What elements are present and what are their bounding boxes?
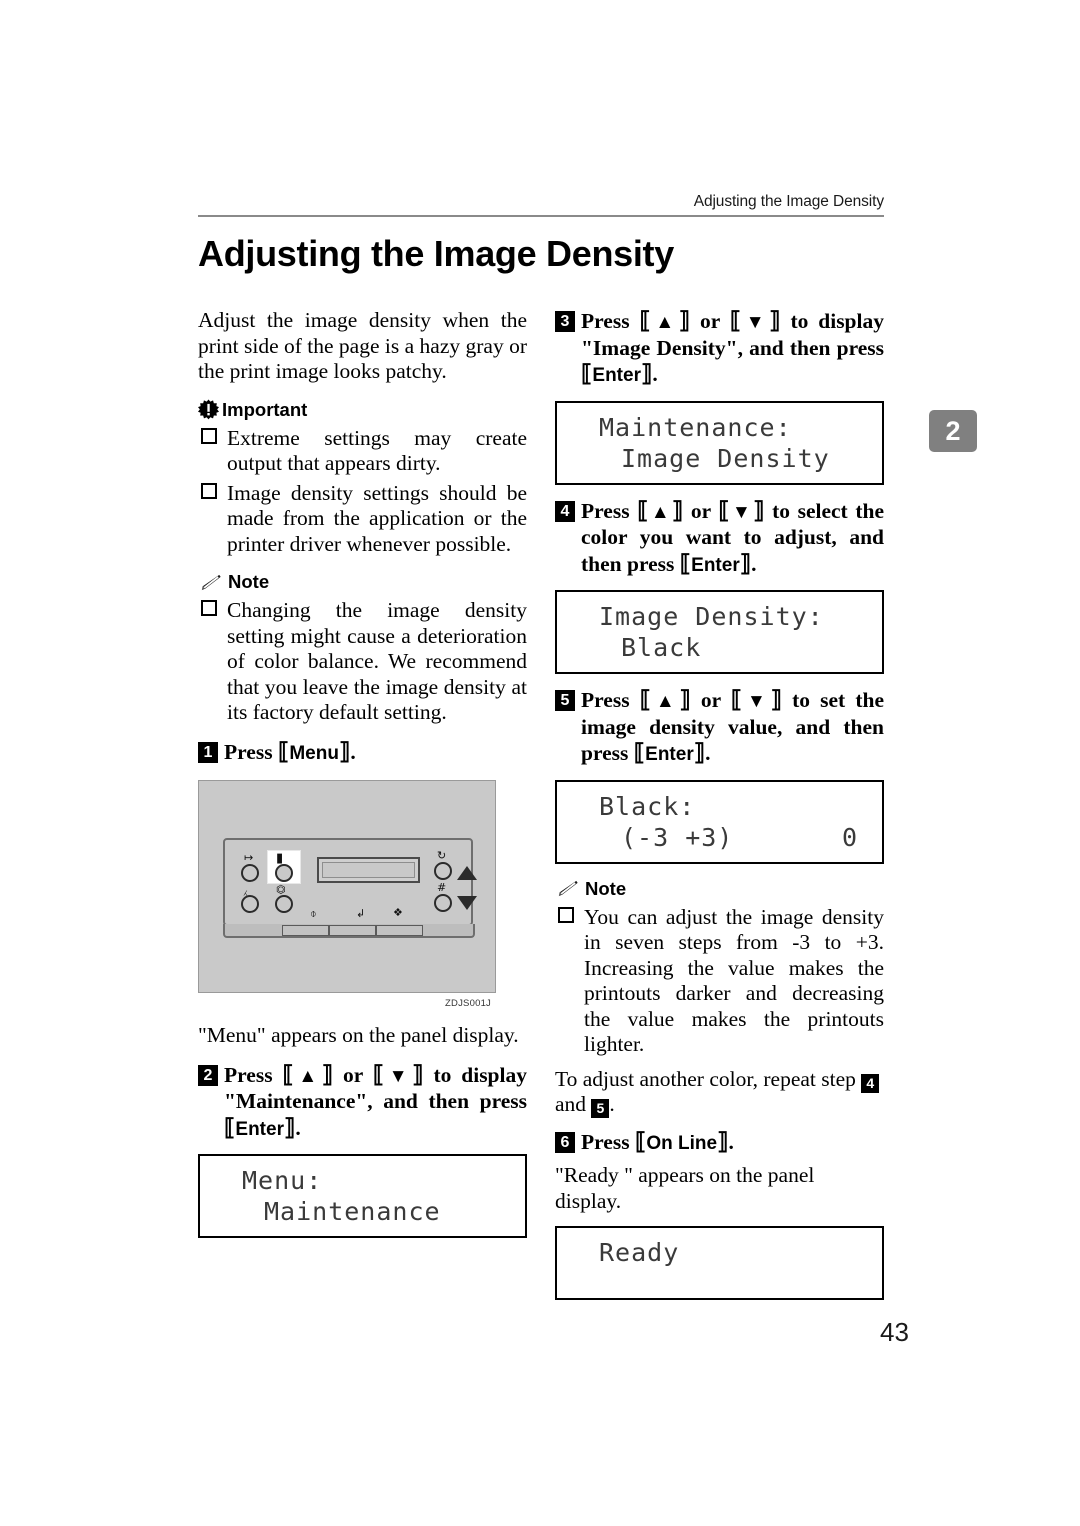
repeat-step-text: To adjust another color, repeat step 4 a… [555, 1067, 884, 1118]
up-arrow-key-label: ▲ [293, 1065, 322, 1087]
bullet-square-icon [555, 905, 584, 931]
step-6-text: Press ⟦On Line⟧. [581, 1128, 734, 1154]
step-5: 5 Press ⟦▲⟧ or ⟦▼⟧ to set the image dens… [555, 687, 884, 768]
key-enter: Enter [691, 554, 740, 576]
important-burst-icon [198, 399, 219, 420]
bullet-square-icon [198, 598, 227, 624]
on-line-button[interactable] [275, 895, 293, 913]
down-arrow-key-label: ▼ [729, 501, 754, 523]
enter-arrow-icon: ↲ [356, 907, 366, 920]
after-step6-text: "Ready " appears on the panel display. [555, 1163, 815, 1213]
step-3: 3 Press ⟦▲⟧ or ⟦▼⟧ to display "Image Den… [555, 308, 884, 389]
repeat-step-badge-5: 5 [591, 1099, 610, 1118]
step-1-text: Press ⟦Menu⟧. [224, 738, 356, 764]
escape-icon: ↻ [437, 849, 447, 862]
down-arrow-button[interactable] [457, 896, 477, 910]
down-arrow-key-label: ▼ [384, 1065, 413, 1087]
note-heading-right: Note [555, 878, 884, 900]
lcd-maintenance-image-density: Maintenance: Image Density [555, 400, 884, 485]
step-6: 6 Press ⟦On Line⟧. [555, 1129, 884, 1157]
repeat-step-badge-4: 4 [861, 1073, 880, 1093]
left-column: Adjust the image density when the print … [198, 308, 527, 1238]
job-reset-icon: ⁁ [244, 883, 247, 896]
hash-icon: # [437, 881, 447, 894]
soft-key-1[interactable] [282, 925, 329, 936]
step-4: 4 Press ⟦▲⟧ or ⟦▼⟧ to select the color y… [555, 498, 884, 579]
important-label: Important [222, 398, 308, 420]
note-bullet-right-1: You can adjust the image density in seve… [555, 905, 884, 1058]
step-4-text: Press ⟦▲⟧ or ⟦▼⟧ to select the color you… [581, 497, 884, 576]
up-arrow-button[interactable] [457, 866, 477, 880]
note-heading-left: Note [198, 571, 527, 593]
after-figure-text: "Menu" appears on the panel display. [198, 1023, 519, 1047]
lcd-menu-maintenance: Menu: Maintenance [198, 1154, 527, 1238]
important-bullet-1: Extreme settings may create output that … [198, 426, 527, 477]
form-feed-button[interactable] [241, 864, 259, 882]
reset-icon: ⌽ [310, 907, 317, 920]
header-rule [198, 215, 884, 217]
bullet-square-icon [198, 426, 227, 452]
menu-button[interactable] [275, 864, 293, 882]
escape-button[interactable] [434, 862, 452, 880]
step-5-text: Press ⟦▲⟧ or ⟦▼⟧ to set the image densit… [581, 687, 884, 765]
step-2-badge: 2 [198, 1064, 224, 1086]
key-enter: Enter [592, 365, 641, 386]
step-6-badge: 6 [555, 1131, 581, 1153]
note-label-left: Note [228, 571, 270, 592]
important-heading: Important [198, 399, 527, 421]
key-enter: Enter [235, 1118, 284, 1140]
key-on-line: On Line [646, 1132, 718, 1154]
right-column: 3 Press ⟦▲⟧ or ⟦▼⟧ to display "Image Den… [555, 308, 884, 1300]
diamond-icon: ❖ [393, 906, 403, 919]
note-label-right: Note [585, 877, 627, 899]
down-arrow-key-label: ▼ [742, 691, 771, 712]
step-2: 2 Press ⟦▲⟧ or ⟦▼⟧ to display "Maintenan… [198, 1062, 527, 1143]
lcd-black-current-value: 0 [841, 822, 858, 852]
running-header: Adjusting the Image Density [693, 193, 884, 210]
figure-caption: ZDJS001J [445, 998, 491, 1009]
step-5-badge: 5 [555, 690, 581, 711]
step-3-text: Press ⟦▲⟧ or ⟦▼⟧ to display "Image Densi… [581, 308, 884, 386]
page-title: Adjusting the Image Density [198, 233, 674, 274]
down-arrow-key-label: ▼ [741, 312, 770, 333]
important-bullet-2: Image density settings should be made fr… [198, 481, 527, 558]
control-panel-body: ↦ ⁁ ▮ ⏣ ↻ # ⌽ ↲ ❖ [223, 838, 477, 926]
panel-lcd-display [317, 857, 420, 883]
bullet-square-icon [198, 481, 227, 507]
job-reset-button[interactable] [241, 895, 259, 913]
lcd-ready: Ready [555, 1226, 884, 1300]
step-2-text: Press ⟦▲⟧ or ⟦▼⟧ to display "Maintenance… [224, 1061, 527, 1140]
step-3-badge: 3 [555, 311, 581, 332]
printer-control-panel-figure: ↦ ⁁ ▮ ⏣ ↻ # ⌽ ↲ ❖ ZDJS001J [198, 780, 496, 1009]
up-arrow-key-label: ▲ [651, 691, 680, 712]
soft-key-3[interactable] [376, 925, 423, 936]
pencil-icon [555, 879, 578, 898]
key-enter: Enter [645, 744, 694, 765]
step-1-badge: 1 [198, 741, 224, 763]
note-bullet-left-1: Changing the image density setting might… [198, 598, 527, 726]
chapter-tab: 2 [929, 410, 977, 452]
up-arrow-key-label: ▲ [650, 312, 679, 333]
enter-button[interactable] [434, 894, 452, 912]
intro-paragraph: Adjust the image density when the print … [198, 308, 527, 383]
lcd-image-density-black: Image Density: Black [555, 590, 884, 674]
step-1: 1 Press ⟦Menu⟧. [198, 739, 527, 767]
menu-icon: ▮ [276, 851, 284, 866]
soft-key-2[interactable] [329, 925, 376, 936]
pencil-icon [198, 573, 221, 592]
step-4-badge: 4 [555, 500, 581, 522]
key-menu: Menu [289, 742, 339, 764]
on-line-icon: ⏣ [276, 883, 286, 896]
page-number: 43 [880, 1317, 909, 1347]
up-arrow-key-label: ▲ [648, 501, 672, 523]
form-feed-icon: ↦ [244, 851, 254, 864]
lcd-black-value: Black: (-3 +3) 0 [555, 779, 884, 864]
